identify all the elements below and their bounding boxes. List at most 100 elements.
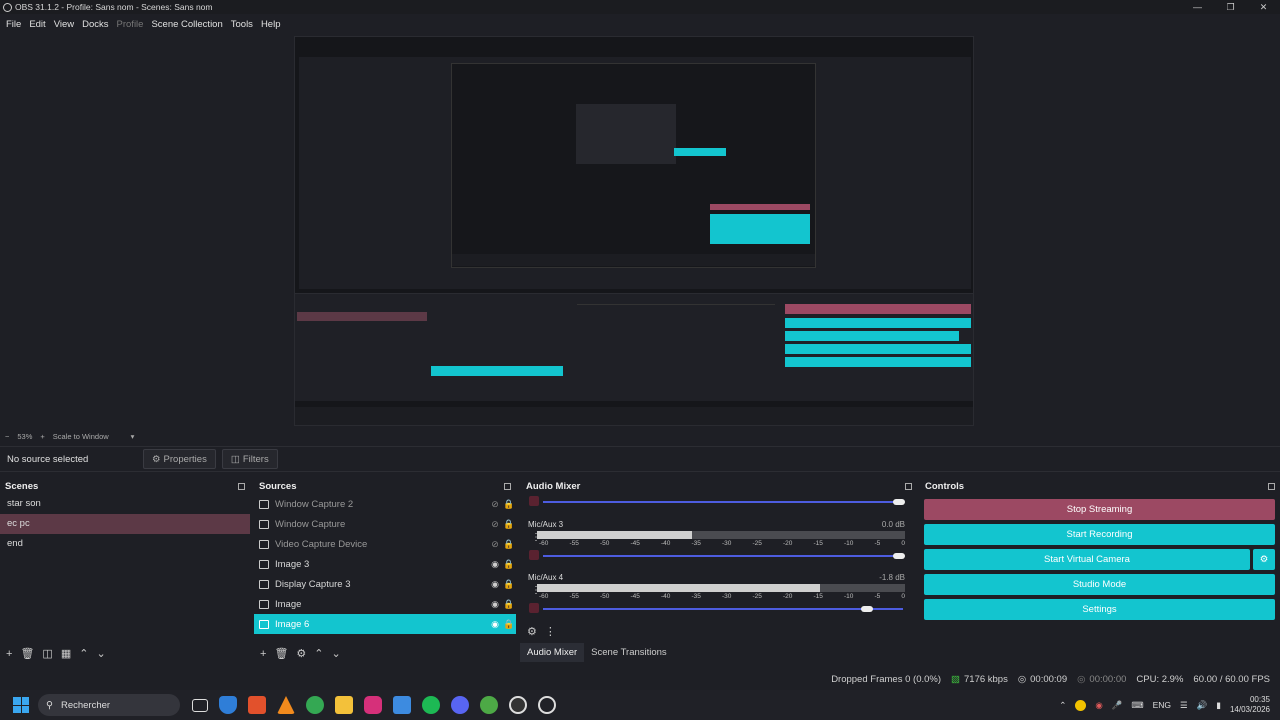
spotify-icon[interactable] bbox=[422, 696, 440, 714]
eye-hidden-icon[interactable]: ⊘ bbox=[488, 539, 502, 550]
battery-icon[interactable]: ▮ bbox=[1216, 700, 1221, 711]
speaker-icon[interactable]: 🔊 bbox=[1197, 700, 1208, 711]
eye-icon[interactable]: ◉ bbox=[488, 579, 502, 590]
keyboard-icon[interactable]: ⌨ bbox=[1131, 700, 1143, 711]
chevron-up-icon[interactable]: ⌃ bbox=[1059, 700, 1066, 711]
shield-icon[interactable]: ◉ bbox=[1095, 700, 1102, 711]
menu-help[interactable]: Help bbox=[261, 19, 281, 30]
close-icon[interactable]: ✕ bbox=[1247, 0, 1280, 14]
undock-icon[interactable] bbox=[1268, 482, 1275, 490]
eye-icon[interactable]: ◉ bbox=[488, 619, 502, 630]
source-item[interactable]: Image ◉ 🔒 bbox=[254, 594, 516, 614]
advanced-audio-icon[interactable]: ⚙ bbox=[527, 625, 537, 638]
source-item[interactable]: Window Capture ⊘ 🔒 bbox=[254, 514, 516, 534]
menu-tools[interactable]: Tools bbox=[231, 19, 253, 30]
trash-icon[interactable]: 🗑 bbox=[274, 647, 288, 660]
source-item[interactable]: Display Capture 3 ◉ 🔒 bbox=[254, 574, 516, 594]
lock-icon[interactable]: 🔒 bbox=[502, 559, 516, 570]
scene-item[interactable]: star son bbox=[0, 494, 250, 514]
microphone-icon[interactable]: 🎤 bbox=[1112, 700, 1123, 711]
mute-icon[interactable] bbox=[529, 550, 539, 560]
virtual-camera-settings-button[interactable]: ⚙ bbox=[1253, 549, 1275, 570]
discord-icon[interactable] bbox=[451, 696, 469, 714]
undock-icon[interactable] bbox=[238, 482, 245, 490]
brave-icon[interactable] bbox=[248, 696, 266, 714]
tab-scene-transitions[interactable]: Scene Transitions bbox=[584, 643, 674, 662]
menu-view[interactable]: View bbox=[54, 19, 74, 30]
stop-streaming-button[interactable]: Stop Streaming bbox=[924, 499, 1275, 520]
store-icon[interactable] bbox=[393, 696, 411, 714]
volume-slider[interactable] bbox=[543, 606, 903, 612]
menu-docks[interactable]: Docks bbox=[82, 19, 108, 30]
volume-knob[interactable] bbox=[893, 499, 905, 505]
undock-icon[interactable] bbox=[504, 482, 511, 490]
filters-button[interactable]: ◫ Filters bbox=[221, 449, 278, 469]
undock-icon[interactable] bbox=[905, 482, 912, 490]
source-item[interactable]: Window Capture 2 ⊘ 🔒 bbox=[254, 494, 516, 514]
taskbar-search[interactable]: ⚲ Rechercher bbox=[38, 694, 180, 716]
chrome-icon[interactable] bbox=[306, 696, 324, 714]
volume-knob[interactable] bbox=[861, 606, 873, 612]
defender-icon[interactable] bbox=[219, 696, 237, 714]
vlc-icon[interactable] bbox=[277, 696, 295, 714]
lock-icon[interactable]: 🔒 bbox=[502, 519, 516, 530]
mute-icon[interactable] bbox=[529, 496, 539, 506]
eye-hidden-icon[interactable]: ⊘ bbox=[488, 519, 502, 530]
source-item[interactable]: Image 3 ◉ 🔒 bbox=[254, 554, 516, 574]
scene-item[interactable]: ec pc bbox=[0, 514, 250, 534]
properties-button[interactable]: ⚙ Properties bbox=[143, 449, 216, 469]
scale-dropdown[interactable]: Scale to Window bbox=[53, 432, 109, 441]
mixer-menu-icon[interactable]: ⋮ bbox=[545, 625, 556, 638]
menu-file[interactable]: File bbox=[6, 19, 21, 30]
filter-icon[interactable]: ◫ bbox=[42, 647, 52, 660]
tab-audio-mixer[interactable]: Audio Mixer bbox=[520, 643, 585, 662]
studio-mode-button[interactable]: Studio Mode bbox=[924, 574, 1275, 595]
lock-icon[interactable]: 🔒 bbox=[502, 599, 516, 610]
menu-edit[interactable]: Edit bbox=[29, 19, 45, 30]
lock-icon[interactable]: 🔒 bbox=[502, 619, 516, 630]
gear-icon[interactable]: ⚙ bbox=[296, 647, 306, 660]
windows-start-icon[interactable] bbox=[13, 697, 29, 713]
volume-slider[interactable] bbox=[543, 553, 905, 559]
file-explorer-icon[interactable] bbox=[335, 696, 353, 714]
move-down-icon[interactable]: ⌄ bbox=[332, 647, 341, 660]
preview-canvas[interactable] bbox=[294, 36, 974, 426]
start-recording-button[interactable]: Start Recording bbox=[924, 524, 1275, 545]
add-icon[interactable]: + bbox=[260, 648, 266, 660]
eye-hidden-icon[interactable]: ⊘ bbox=[488, 499, 502, 510]
scene-config-icon[interactable]: ▦ bbox=[61, 647, 71, 660]
clock[interactable]: 00:35 14/03/2026 bbox=[1230, 695, 1270, 715]
source-item[interactable]: Video Capture Device ⊘ 🔒 bbox=[254, 534, 516, 554]
eye-icon[interactable]: ◉ bbox=[488, 559, 502, 570]
preview-area[interactable] bbox=[0, 34, 1280, 428]
chevron-down-icon[interactable]: ▾ bbox=[131, 432, 135, 441]
lock-icon[interactable]: 🔒 bbox=[502, 499, 516, 510]
eye-icon[interactable]: ◉ bbox=[488, 599, 502, 610]
instagram-icon[interactable] bbox=[364, 696, 382, 714]
xbox-icon[interactable] bbox=[480, 696, 498, 714]
lock-icon[interactable]: 🔒 bbox=[502, 579, 516, 590]
obs-icon[interactable] bbox=[538, 696, 556, 714]
move-down-icon[interactable]: ⌄ bbox=[96, 647, 105, 660]
zoom-in-button[interactable]: + bbox=[40, 432, 44, 441]
start-virtual-camera-button[interactable]: Start Virtual Camera bbox=[924, 549, 1250, 570]
volume-slider[interactable] bbox=[543, 499, 905, 505]
scene-item[interactable]: end bbox=[0, 534, 250, 554]
obs-icon[interactable] bbox=[509, 696, 527, 714]
add-icon[interactable]: + bbox=[6, 648, 12, 660]
task-view-icon[interactable] bbox=[192, 698, 208, 712]
menu-scene-collection[interactable]: Scene Collection bbox=[151, 19, 222, 30]
restore-icon[interactable]: ❐ bbox=[1214, 0, 1247, 14]
zoom-out-button[interactable]: − bbox=[5, 432, 9, 441]
menu-profile[interactable]: Profile bbox=[117, 19, 144, 30]
source-item[interactable]: Image 6 ◉ 🔒 bbox=[254, 614, 516, 634]
wifi-icon[interactable]: ☰ bbox=[1180, 700, 1188, 711]
norton-icon[interactable] bbox=[1075, 699, 1087, 711]
trash-icon[interactable]: 🗑 bbox=[20, 647, 34, 660]
move-up-icon[interactable]: ⌃ bbox=[314, 647, 323, 660]
minimize-icon[interactable]: — bbox=[1181, 0, 1214, 14]
volume-knob[interactable] bbox=[893, 553, 905, 559]
lock-icon[interactable]: 🔒 bbox=[502, 539, 516, 550]
language-indicator[interactable]: ENG bbox=[1153, 700, 1171, 710]
settings-button[interactable]: Settings bbox=[924, 599, 1275, 620]
